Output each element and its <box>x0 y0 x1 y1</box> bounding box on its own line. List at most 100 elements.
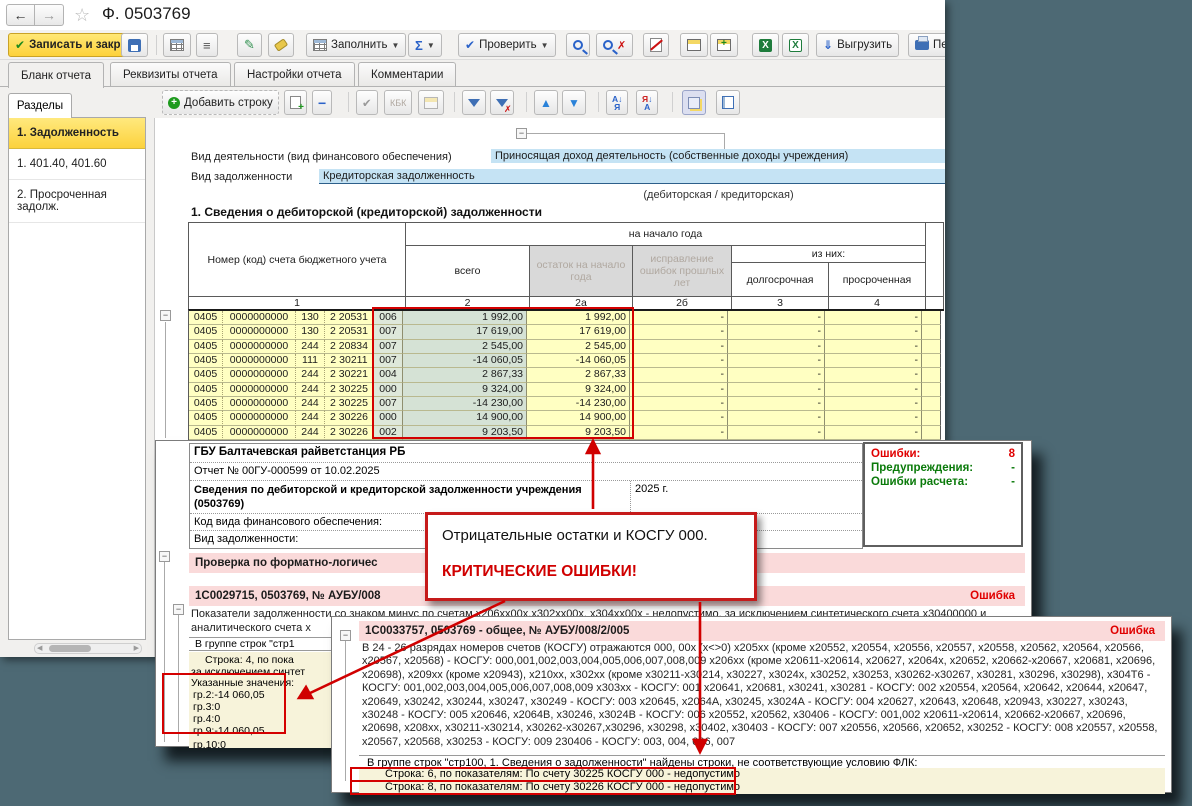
table-cell[interactable]: - <box>630 397 728 411</box>
table-cell[interactable]: 0000000000 <box>222 397 296 411</box>
table-add-button[interactable] <box>710 33 738 57</box>
collapse-icon[interactable]: − <box>160 310 171 321</box>
table-cell[interactable]: - <box>630 426 728 440</box>
layers-button[interactable] <box>682 90 706 115</box>
table-cell[interactable]: 130 <box>295 311 325 325</box>
tab-comments[interactable]: Комментарии <box>358 62 456 87</box>
table-cell[interactable]: - <box>630 411 728 425</box>
table-view-button[interactable] <box>163 33 191 57</box>
excel-export-button[interactable]: X <box>782 33 809 57</box>
save-button[interactable] <box>121 33 148 57</box>
debt-type-field[interactable]: Кредиторская задолженность <box>319 169 945 184</box>
table-cell[interactable]: 0000000000 <box>222 383 296 397</box>
table-cell[interactable]: - <box>728 340 825 354</box>
table-settings-button[interactable] <box>680 33 708 57</box>
table-cell[interactable]: 0000000000 <box>222 340 296 354</box>
zoom-cancel-button[interactable]: ✗ <box>596 33 633 57</box>
kbk-button[interactable]: КБК <box>384 90 412 115</box>
forward-icon[interactable]: → <box>35 4 64 26</box>
table-cell[interactable]: 0405 <box>189 383 223 397</box>
table-cell[interactable]: - <box>825 411 922 425</box>
collapse-icon[interactable]: − <box>516 128 527 139</box>
table-cell[interactable]: - <box>728 354 825 368</box>
table-cell[interactable]: 244 <box>295 368 325 382</box>
table-cell[interactable]: - <box>728 397 825 411</box>
table-cell[interactable]: 0000000000 <box>222 368 296 382</box>
table-cell[interactable]: 2 20834 <box>324 340 374 354</box>
table-cell[interactable]: - <box>728 411 825 425</box>
check-report-button[interactable]: ✔ Проверить ▼ <box>458 33 556 57</box>
table-cell[interactable] <box>922 311 941 325</box>
table-cell[interactable]: - <box>825 354 922 368</box>
table-cell[interactable]: 0405 <box>189 325 223 339</box>
table-cell[interactable]: - <box>728 426 825 440</box>
sidebar-item-401[interactable]: 1. 401.40, 401.60 <box>9 149 145 180</box>
table-cell[interactable]: 0000000000 <box>222 426 296 440</box>
table-cell[interactable] <box>922 397 941 411</box>
scroll-left-icon[interactable]: ◀ <box>37 644 42 652</box>
table-cell[interactable]: - <box>630 340 728 354</box>
table-cell[interactable]: - <box>825 325 922 339</box>
collapse-icon[interactable]: − <box>159 551 170 562</box>
table-cell[interactable]: 0405 <box>189 397 223 411</box>
table-cell[interactable]: 244 <box>295 426 325 440</box>
table-cell[interactable]: 2 20531 <box>324 311 374 325</box>
export-button[interactable]: ⇓ Выгрузить <box>816 33 899 57</box>
table-cell[interactable]: - <box>728 325 825 339</box>
table-cell[interactable]: - <box>825 368 922 382</box>
table-cell[interactable]: - <box>728 383 825 397</box>
collapse-icon[interactable]: − <box>173 604 184 615</box>
tab-sections[interactable]: Разделы <box>8 93 72 118</box>
table-cell[interactable] <box>922 354 941 368</box>
table-cell[interactable] <box>922 325 941 339</box>
cell-button[interactable] <box>418 90 444 115</box>
table-cell[interactable]: - <box>825 426 922 440</box>
clear-filter-button[interactable] <box>490 90 514 115</box>
save-and-close-button[interactable]: ✔ Записать и закр. <box>8 33 131 57</box>
scrollbar-thumb[interactable] <box>49 645 91 652</box>
move-down-button[interactable]: ▼ <box>562 90 586 115</box>
table-cell[interactable]: 0405 <box>189 340 223 354</box>
confirm-button[interactable]: ✔ <box>356 90 378 115</box>
table-cell[interactable]: 0405 <box>189 354 223 368</box>
table-cell[interactable]: 244 <box>295 411 325 425</box>
table-cell[interactable]: 0000000000 <box>222 325 296 339</box>
table-cell[interactable]: 0000000000 <box>222 311 296 325</box>
table-cell[interactable]: 0405 <box>189 311 223 325</box>
table-cell[interactable]: 244 <box>295 340 325 354</box>
table-cell[interactable]: 0405 <box>189 368 223 382</box>
sort-asc-button[interactable]: А↓Я <box>606 90 628 115</box>
erase-button[interactable] <box>268 33 294 57</box>
tab-report-settings[interactable]: Настройки отчета <box>234 62 355 87</box>
add-row-button[interactable]: + Добавить строку <box>162 90 279 115</box>
table-cell[interactable]: 2 30211 <box>324 354 374 368</box>
back-icon[interactable]: ← <box>6 4 35 26</box>
table-cell[interactable]: - <box>728 368 825 382</box>
edit-button[interactable]: ✎ <box>237 33 262 57</box>
table-cell[interactable]: 244 <box>295 397 325 411</box>
table-cell[interactable] <box>922 426 941 440</box>
activity-value-field[interactable]: Приносящая доход деятельность (собственн… <box>491 149 945 163</box>
table-cell[interactable]: - <box>630 383 728 397</box>
table-cell[interactable]: - <box>825 340 922 354</box>
table-cell[interactable]: 111 <box>295 354 325 368</box>
table-cell[interactable]: 0000000000 <box>222 354 296 368</box>
table-cell[interactable]: 0405 <box>189 426 223 440</box>
horizontal-scrollbar[interactable]: ◀ ▶ <box>34 643 142 654</box>
fill-button[interactable]: Заполнить ▼ <box>306 33 406 57</box>
table-cell[interactable]: - <box>825 311 922 325</box>
table-cell[interactable]: - <box>630 354 728 368</box>
table-cell[interactable]: - <box>630 368 728 382</box>
strike-document-button[interactable] <box>643 33 669 57</box>
column-fit-button[interactable] <box>716 90 740 115</box>
table-cell[interactable] <box>922 340 941 354</box>
table-cell[interactable]: - <box>825 383 922 397</box>
sum-button[interactable]: Σ ▼ <box>408 33 442 57</box>
tab-report-form[interactable]: Бланк отчета <box>8 62 104 88</box>
sort-desc-button[interactable]: Я↓А <box>636 90 658 115</box>
table-cell[interactable]: 2 30221 <box>324 368 374 382</box>
sidebar-item-overdue[interactable]: 2. Просроченная задолж. <box>9 180 145 223</box>
table-cell[interactable]: 2 30226 <box>324 411 374 425</box>
table-cell[interactable]: 244 <box>295 383 325 397</box>
scroll-right-icon[interactable]: ▶ <box>134 644 139 652</box>
